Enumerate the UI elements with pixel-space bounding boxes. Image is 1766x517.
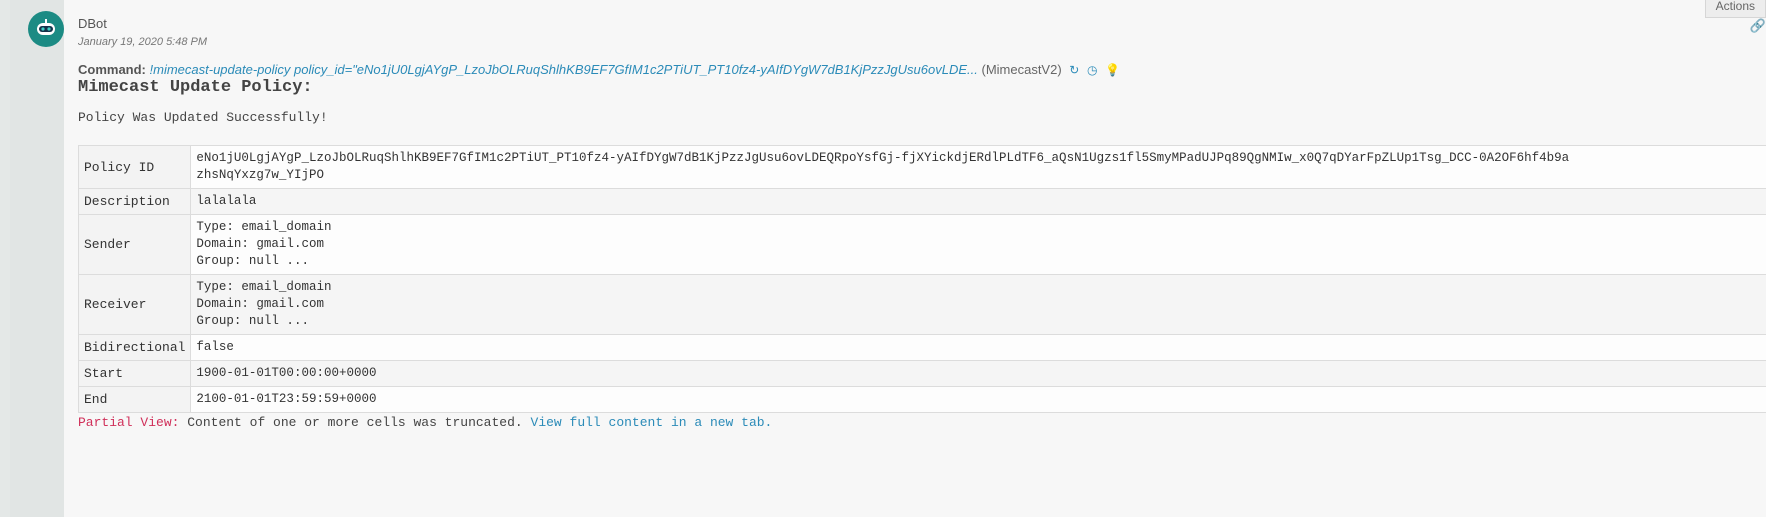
actions-button[interactable]: Actions	[1704, 0, 1766, 18]
partial-view-text: Content of one or more cells was truncat…	[187, 415, 523, 430]
row-value: 1900-01-01T00:00:00+0000	[190, 360, 1766, 387]
table-row: Sender Type: email_domain Domain: gmail.…	[77, 214, 1766, 275]
command-label: Command:	[78, 62, 146, 77]
partial-view-label: Partial View:	[78, 415, 180, 430]
row-key: Start	[77, 360, 192, 387]
result-heading: Mimecast Update Policy:	[78, 78, 313, 97]
view-full-content-link[interactable]: View full content in a new tab.	[531, 415, 773, 430]
integration-brand: (MimecastV2)	[981, 62, 1062, 77]
row-key: Bidirectional	[77, 334, 192, 361]
row-value: Type: email_domain Domain: gmail.com Gro…	[190, 274, 1766, 335]
author-name: DBot	[78, 16, 107, 31]
refresh-icon[interactable]: ↻	[1069, 63, 1079, 77]
avatar-column	[10, 0, 64, 517]
dbot-avatar-icon	[28, 11, 64, 47]
row-value: false	[190, 334, 1766, 361]
table-row: Bidirectional false	[77, 334, 1766, 361]
partial-view-notice: Partial View: Content of one or more cel…	[78, 415, 772, 430]
row-value: Type: email_domain Domain: gmail.com Gro…	[190, 214, 1766, 275]
table-row: Policy ID eNo1jU0LgjAYgP_LzoJbOLRuqShlhK…	[77, 145, 1766, 189]
command-text-link[interactable]: !mimecast-update-policy policy_id="eNo1j…	[150, 62, 978, 77]
entry-timestamp: January 19, 2020 5:48 PM	[78, 36, 208, 48]
row-key: Policy ID	[77, 145, 192, 189]
command-row: Command: !mimecast-update-policy policy_…	[78, 62, 1120, 77]
table-row: End 2100-01-01T23:59:59+0000	[77, 386, 1766, 413]
success-message: Policy Was Updated Successfully!	[78, 110, 328, 125]
table-row: Description lalalala	[77, 188, 1766, 215]
row-value: lalalala	[190, 188, 1766, 215]
row-value: eNo1jU0LgjAYgP_LzoJbOLRuqShlhKB9EF7GfIM1…	[190, 145, 1766, 189]
left-edge-strip	[0, 0, 10, 517]
clock-icon[interactable]: ◷	[1087, 63, 1097, 77]
link-icon[interactable]: 🔗	[1750, 18, 1766, 34]
war-room-entry: DBot January 19, 2020 5:48 PM Actions 🔗 …	[64, 0, 1766, 517]
row-key: Sender	[77, 214, 192, 275]
table-row: Receiver Type: email_domain Domain: gmai…	[77, 274, 1766, 335]
row-key: Receiver	[77, 274, 192, 335]
policy-table: Policy ID eNo1jU0LgjAYgP_LzoJbOLRuqShlhK…	[77, 145, 1766, 413]
table-row: Start 1900-01-01T00:00:00+0000	[77, 360, 1766, 387]
row-key: End	[77, 386, 192, 413]
row-value: 2100-01-01T23:59:59+0000	[190, 386, 1766, 413]
row-key: Description	[77, 188, 192, 215]
lightbulb-icon[interactable]: 💡	[1105, 63, 1120, 77]
